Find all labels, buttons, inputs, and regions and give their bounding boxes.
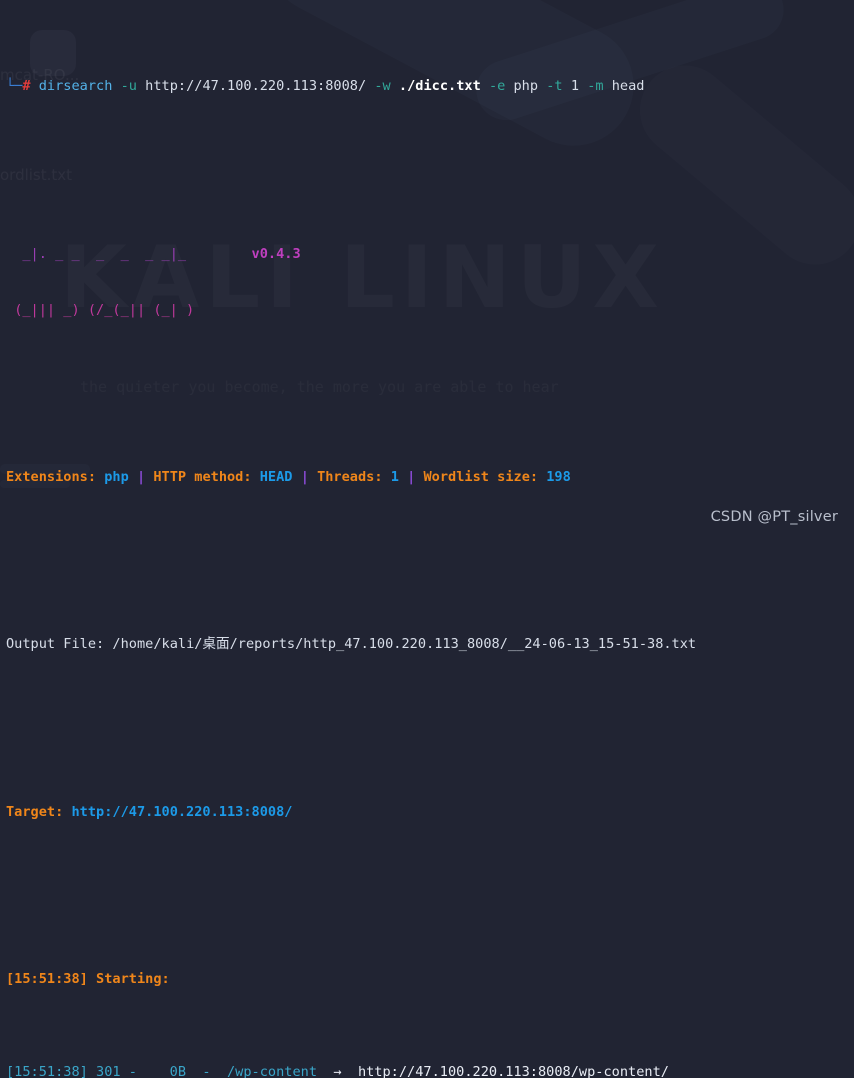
threads-value: 1	[390, 468, 399, 485]
flag-w: -w	[374, 78, 391, 95]
scan-result-row: [15:51:38] 301 - 0B - /wp-content → http…	[6, 1063, 848, 1078]
result-path: /wp-content	[226, 1063, 318, 1078]
ib-sp-7	[383, 469, 391, 485]
flag-t: -t	[546, 78, 563, 95]
target-line: Target: http://47.100.220.113:8008/	[6, 803, 848, 822]
dirsearch-logo-line-1: _|. _ _ _ _ _ _|_ v0.4.3	[6, 245, 848, 264]
command-threads: 1	[570, 78, 579, 95]
command-wordlist: ./dicc.txt	[398, 78, 481, 95]
space-11	[604, 78, 612, 94]
result-arrow-icon: →	[317, 1063, 358, 1078]
ib-sp-4	[252, 469, 260, 485]
tg-sp	[63, 804, 71, 820]
starting-text: [15:51:38] Starting:	[6, 970, 170, 987]
output-file-path: /home/kali/桌面/reports/http_47.100.220.11…	[112, 636, 697, 653]
space-10	[579, 78, 587, 94]
info-separator-2: |	[300, 468, 309, 485]
prompt-hash-symbol: #	[22, 78, 31, 95]
result-status-size: 301 - 0B -	[87, 1063, 227, 1078]
csdn-watermark: CSDN @PT_silver	[710, 509, 838, 525]
space-7	[505, 78, 513, 94]
flag-u: -u	[120, 78, 137, 95]
flag-e: -e	[488, 78, 506, 95]
http-method-value: HEAD	[259, 468, 293, 485]
space-5	[391, 78, 399, 94]
extensions-value: php	[104, 468, 129, 485]
command-ext: php	[513, 78, 539, 95]
space-6	[481, 78, 489, 94]
ib-sp-1	[96, 469, 104, 485]
ib-sp-5	[293, 469, 301, 485]
space-2	[112, 78, 120, 94]
target-label: Target:	[6, 803, 64, 820]
of-sp	[104, 636, 112, 652]
command-target-url: http://47.100.220.113:8008/	[145, 78, 367, 95]
wordlist-size-value: 198	[546, 468, 571, 485]
ib-sp-6	[309, 469, 317, 485]
ib-sp-2	[129, 469, 137, 485]
starting-line: [15:51:38] Starting:	[6, 970, 848, 989]
result-timestamp: [15:51:38]	[6, 1063, 88, 1078]
output-file-line: Output File: /home/kali/桌面/reports/http_…	[6, 635, 848, 654]
output-file-label: Output File:	[6, 636, 105, 653]
prompt-corner-icon: └─	[6, 78, 23, 95]
http-method-label: HTTP method:	[153, 468, 252, 485]
dirsearch-version: v0.4.3	[251, 245, 301, 262]
threads-label: Threads:	[317, 468, 383, 485]
space-3	[137, 78, 145, 94]
ib-sp-8	[399, 469, 407, 485]
extensions-label: Extensions:	[6, 468, 97, 485]
command-program: dirsearch	[38, 78, 113, 95]
command-line: └─# dirsearch -u http://47.100.220.113:8…	[6, 77, 848, 96]
scan-results-list: [15:51:38] 301 - 0B - /wp-content → http…	[6, 1063, 848, 1078]
result-redirect-url: http://47.100.220.113:8008/wp-content/	[357, 1063, 669, 1078]
logo-gap-1	[219, 246, 252, 262]
terminal-output[interactable]: └─# dirsearch -u http://47.100.220.113:8…	[0, 0, 854, 1078]
space-9	[563, 78, 571, 94]
dirsearch-logo-line-2: (_||| _) (/_(_|| (_| )	[6, 301, 848, 320]
command-method: head	[611, 78, 645, 95]
logo-art-row-1: _|. _ _ _ _ _ _|_	[6, 245, 219, 262]
logo-art-row-2: (_||| _) (/_(_|| (_| )	[6, 301, 219, 318]
info-separator-1: |	[136, 468, 146, 485]
flag-m: -m	[587, 78, 604, 95]
target-value[interactable]: http://47.100.220.113:8008/	[71, 804, 292, 820]
scan-info-bar: Extensions: php | HTTP method: HEAD | Th…	[6, 468, 848, 487]
wordlist-size-label: Wordlist size:	[423, 468, 539, 485]
space-1	[31, 78, 39, 94]
